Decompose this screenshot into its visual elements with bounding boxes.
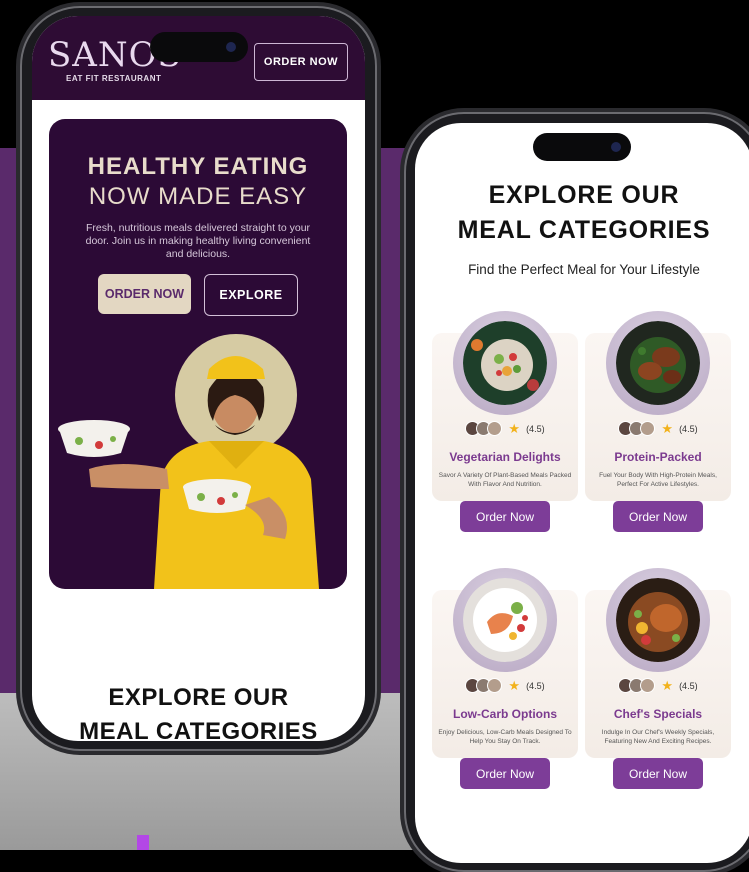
hero-title: HEALTHY EATING	[87, 153, 309, 180]
header-order-now-button[interactable]: ORDER NOW	[254, 43, 348, 81]
card-description: Enjoy Delicious, Low-Carb Meals Designed…	[438, 729, 572, 745]
card-description: Fuel Your Body With High-Protein Meals, …	[599, 472, 717, 488]
dish-frame	[606, 568, 710, 672]
delivery-person-image	[58, 334, 319, 589]
rating-value: (4.5)	[679, 680, 698, 691]
categories-subtitle: Find the Perfect Meal for Your Lifestyle	[468, 262, 700, 277]
card-title: Protein-Packed	[614, 450, 702, 464]
categories-title-line1: EXPLORE OUR	[488, 181, 680, 209]
avatar	[640, 678, 656, 693]
section-title-line1: EXPLORE OUR	[108, 684, 289, 711]
reviewer-avatars	[618, 678, 656, 693]
background-marker	[137, 835, 149, 850]
category-card-low-carb[interactable]: ★ (4.5) Low-Carb Options Enjoy Delicious…	[432, 568, 578, 789]
phone-mockup-left: SANOS EAT FIT RESTAURANT ORDER NOW HEALT…	[20, 6, 377, 751]
reviewer-avatars	[465, 678, 503, 693]
hero-order-now-button[interactable]: ORDER NOW	[98, 274, 191, 314]
rating-row: ★ (4.5)	[432, 678, 578, 693]
phone-mockup-right: EXPLORE OUR MEAL CATEGORIES Find the Per…	[404, 112, 749, 872]
dish-frame	[606, 311, 710, 415]
category-card-chefs-specials[interactable]: ★ (4.5) Chef's Specials Indulge In Our C…	[585, 568, 731, 789]
dynamic-island	[150, 32, 248, 62]
section-title-line2: MEAL CATEGORIES	[79, 718, 318, 741]
roast-chicken-icon	[616, 578, 700, 662]
star-icon: ★	[508, 421, 521, 436]
dynamic-island	[533, 133, 631, 161]
vegetable-bowl-icon	[463, 321, 547, 405]
reviewer-avatars	[618, 421, 656, 436]
category-card-vegetarian[interactable]: ★ (4.5) Vegetarian Delights Savor A Vari…	[432, 311, 578, 532]
rating-row: ★ (4.5)	[432, 421, 578, 436]
order-now-button[interactable]: Order Now	[460, 758, 550, 789]
hero-explore-button[interactable]: EXPLORE	[204, 274, 298, 316]
rating-value: (4.5)	[526, 680, 545, 691]
avatar	[487, 678, 503, 693]
avatar	[487, 421, 503, 436]
phone-screen-left: SANOS EAT FIT RESTAURANT ORDER NOW HEALT…	[32, 16, 365, 741]
order-now-button[interactable]: Order Now	[613, 501, 703, 532]
card-description: Savor A Variety Of Plant-Based Meals Pac…	[438, 472, 572, 488]
reviewer-avatars	[465, 421, 503, 436]
rating-value: (4.5)	[526, 423, 545, 434]
hero-subtitle: NOW MADE EASY	[88, 183, 308, 210]
star-icon: ★	[661, 421, 674, 436]
dish-frame	[453, 568, 557, 672]
phone-screen-right: EXPLORE OUR MEAL CATEGORIES Find the Per…	[415, 123, 749, 863]
star-icon: ★	[508, 678, 521, 693]
card-title: Low-Carb Options	[453, 707, 557, 721]
order-now-button[interactable]: Order Now	[613, 758, 703, 789]
hero-description: Fresh, nutritious meals delivered straig…	[85, 222, 311, 260]
card-title: Chef's Specials	[613, 707, 703, 721]
camera-icon	[611, 142, 621, 152]
rating-value: (4.5)	[679, 423, 698, 434]
category-card-protein[interactable]: ★ (4.5) Protein-Packed Fuel Your Body Wi…	[585, 311, 731, 532]
chicken-plate-icon	[616, 321, 700, 405]
rating-row: ★ (4.5)	[585, 678, 731, 693]
dish-frame	[453, 311, 557, 415]
avatar	[640, 421, 656, 436]
hero-banner: HEALTHY EATING NOW MADE EASY Fresh, nutr…	[49, 119, 347, 589]
card-title: Vegetarian Delights	[449, 450, 561, 464]
categories-title-line2: MEAL CATEGORIES	[457, 216, 711, 244]
card-description: Indulge In Our Chef's Weekly Specials, F…	[601, 729, 715, 745]
salmon-plate-icon	[463, 578, 547, 662]
star-icon: ★	[661, 678, 674, 693]
order-now-button[interactable]: Order Now	[460, 501, 550, 532]
camera-icon	[226, 42, 236, 52]
brand-tagline: EAT FIT RESTAURANT	[66, 74, 162, 83]
rating-row: ★ (4.5)	[585, 421, 731, 436]
